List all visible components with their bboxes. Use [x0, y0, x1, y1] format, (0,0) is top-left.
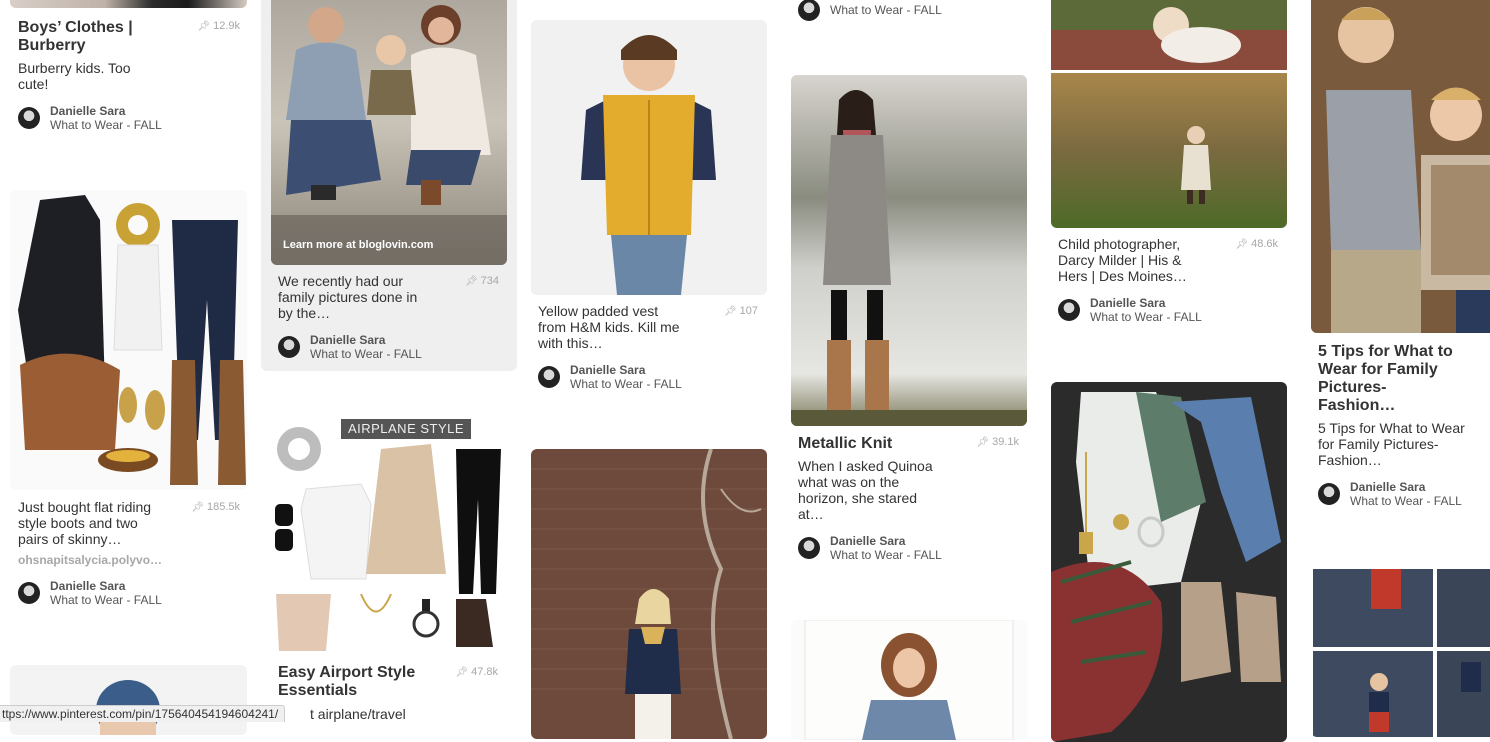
pin-description: 5 Tips for What to Wear for Family Pictu… — [1318, 420, 1465, 468]
board-name[interactable]: What to Wear - FALL — [50, 118, 162, 132]
board-name[interactable]: What to Wear - FALL — [830, 3, 942, 17]
pin-image[interactable] — [1051, 0, 1287, 228]
pinner-name[interactable]: Danielle Sara — [50, 104, 162, 118]
pin-image[interactable] — [531, 20, 767, 295]
avatar[interactable] — [18, 107, 40, 129]
board-name[interactable]: What to Wear - FALL — [1090, 310, 1202, 324]
pin-title[interactable]: Boys’ Clothes | Burberry — [18, 19, 178, 55]
boy-vest-photo — [531, 20, 767, 295]
avatar[interactable] — [798, 0, 820, 21]
pin-description: Burberry kids. Too cute! — [18, 60, 131, 92]
pin-title[interactable]: 5 Tips for What to Wear for Family Pictu… — [1318, 343, 1468, 415]
pin-image-flatlay-dark[interactable] — [1051, 382, 1287, 742]
airplane-style-banner: AIRPLANE STYLE — [341, 419, 471, 439]
pin-image-brick-wall[interactable] — [531, 449, 767, 739]
pin-family-pictures[interactable]: Learn more at bloglovin.com We recently … — [261, 0, 517, 371]
pushpin-icon: 📌︎ — [455, 667, 469, 678]
two-boys-photo — [1311, 0, 1490, 333]
pinner-name[interactable]: Danielle Sara — [570, 363, 682, 377]
avatar[interactable] — [798, 537, 820, 559]
avatar[interactable] — [1318, 483, 1340, 505]
girl-brick-wall-photo — [531, 449, 767, 739]
pin-credit[interactable]: Danielle Sara What to Wear - FALL — [1318, 479, 1462, 509]
girl-denim-photo — [804, 620, 1014, 740]
pin-description: Just bought flat riding style boots and … — [18, 499, 152, 547]
kids-steps-collage — [1313, 569, 1490, 737]
pin-image-collage[interactable] — [1311, 567, 1490, 737]
board-name[interactable]: What to Wear - FALL — [570, 377, 682, 391]
pin-title[interactable]: Easy Airport Style Essentials — [278, 664, 438, 700]
pin-credit[interactable]: Danielle Sara What to Wear - FALL — [798, 533, 942, 563]
pin-image-top-partial-col1[interactable] — [10, 0, 247, 8]
repin-count: 📌︎ 39.1k — [976, 436, 1019, 448]
pin-image-denim-girl[interactable] — [791, 620, 1027, 740]
repin-count: 📌︎ 12.9k — [197, 20, 240, 32]
board-name[interactable]: What to Wear - FALL — [50, 593, 162, 607]
pin-image[interactable] — [1311, 0, 1490, 333]
board-name[interactable]: What to Wear - FALL — [310, 347, 422, 361]
outfit-flatlay-dark — [1051, 382, 1287, 742]
avatar[interactable] — [278, 336, 300, 358]
pin-credit[interactable]: Danielle Sara What to Wear - FALL — [1058, 295, 1202, 325]
repin-count: 📌︎ 107 — [723, 305, 758, 317]
airport-outfit-image — [271, 419, 507, 655]
pin-credit[interactable]: Danielle Sara What to Wear - FALL — [538, 362, 682, 392]
pin-credit[interactable]: Danielle Sara What to Wear - FALL — [278, 332, 422, 362]
pushpin-icon: 📌︎ — [464, 276, 478, 287]
pin-credit[interactable]: Danielle Sara What to Wear - FALL — [18, 103, 162, 133]
pinner-name[interactable]: Danielle Sara — [50, 579, 162, 593]
board-name[interactable]: What to Wear - FALL — [830, 548, 942, 562]
avatar[interactable] — [18, 582, 40, 604]
pushpin-icon: 📌︎ — [191, 502, 204, 513]
pinner-name[interactable]: Danielle Sara — [310, 333, 422, 347]
pin-image[interactable] — [10, 190, 247, 490]
pin-description: When I asked Quinoa what was on the hori… — [798, 458, 933, 522]
repin-count: 📌︎ 47.8k — [455, 666, 498, 678]
repin-count: 📌︎ 48.6k — [1235, 238, 1278, 250]
avatar[interactable] — [1058, 299, 1080, 321]
pin-image[interactable]: AIRPLANE STYLE — [271, 419, 507, 655]
pin-image[interactable] — [791, 75, 1027, 426]
pushpin-icon: 📌︎ — [1235, 239, 1249, 250]
pin-title[interactable]: Metallic Knit — [798, 435, 958, 453]
child-hat-image — [96, 680, 160, 735]
pin-image-bottom-partial-col1[interactable] — [10, 665, 247, 735]
pin-source-link[interactable]: ohsnapitsalycia.polyvo… — [18, 553, 162, 567]
pin-credit[interactable]: Danielle Sara What to Wear - FALL — [18, 578, 162, 608]
pushpin-icon: 📌︎ — [723, 306, 737, 317]
pinner-name[interactable]: Danielle Sara — [1350, 480, 1462, 494]
pin-description: We recently had our family pictures done… — [278, 273, 418, 321]
pin-credit[interactable]: What to Wear - FALL — [798, 0, 942, 25]
avatar[interactable] — [538, 366, 560, 388]
pin-description: Yellow padded vest from H&M kids. Kill m… — [538, 303, 680, 351]
pinner-name[interactable]: Danielle Sara — [830, 534, 942, 548]
child-field-photo — [1051, 0, 1287, 228]
pin-description: t airplane/travel — [310, 706, 406, 722]
pushpin-icon: 📌︎ — [197, 21, 211, 32]
pinner-name[interactable]: Danielle Sara — [1090, 296, 1202, 310]
repin-count: 📌︎ 734 — [464, 275, 499, 287]
girl-scarf-photo — [791, 75, 1027, 426]
repin-count: 📌︎ 185.5k — [191, 501, 240, 513]
outfit-image — [10, 190, 247, 490]
family-photo — [271, 0, 507, 265]
pushpin-icon: 📌︎ — [976, 437, 990, 448]
learn-more-overlay[interactable]: Learn more at bloglovin.com — [283, 239, 433, 251]
pin-description: Child photographer, Darcy Milder | His &… — [1058, 236, 1187, 284]
link-status-bar: ttps://www.pinterest.com/pin/17564045419… — [0, 705, 286, 722]
board-name[interactable]: What to Wear - FALL — [1350, 494, 1462, 508]
pin-image[interactable]: Learn more at bloglovin.com — [271, 0, 507, 265]
